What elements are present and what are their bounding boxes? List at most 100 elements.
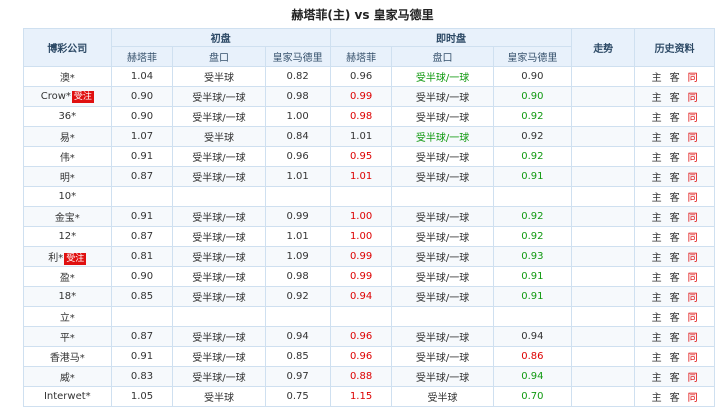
company-cell[interactable]: 利* 受注 <box>23 246 112 267</box>
company-cell[interactable]: 金宝* <box>23 206 112 227</box>
live-away-odds: 0.92 <box>492 146 573 167</box>
init-handicap: 受半球/一球 <box>172 86 266 107</box>
history-away-link[interactable]: 客 <box>666 69 684 84</box>
company-cell[interactable]: 明* <box>23 166 112 187</box>
history-away-link[interactable]: 客 <box>666 309 684 324</box>
history-same-link[interactable]: 同 <box>684 389 702 404</box>
history-same-link[interactable]: 同 <box>684 369 702 384</box>
init-away-odds: 0.85 <box>264 346 331 367</box>
trend-cell <box>571 66 636 87</box>
history-away-link[interactable]: 客 <box>666 169 684 184</box>
history-away-link[interactable]: 客 <box>666 89 684 104</box>
live-home-odds: 0.96 <box>329 346 393 367</box>
company-name[interactable]: 香港马* <box>50 353 85 364</box>
company-name[interactable]: 伟* <box>60 153 75 164</box>
company-cell[interactable]: 10* <box>23 186 112 207</box>
company-name[interactable]: 立* <box>60 313 75 324</box>
history-home-link[interactable]: 主 <box>648 309 666 324</box>
history-away-link[interactable]: 客 <box>666 249 684 264</box>
history-home-link[interactable]: 主 <box>648 269 666 284</box>
company-cell[interactable]: Crow* 受注 <box>23 86 112 107</box>
live-handicap: 受半球/一球 <box>391 206 494 227</box>
history-same-link[interactable]: 同 <box>684 169 702 184</box>
company-cell[interactable]: 36* <box>23 106 112 127</box>
history-same-link[interactable]: 同 <box>684 249 702 264</box>
history-same-link[interactable]: 同 <box>684 329 702 344</box>
history-home-link[interactable]: 主 <box>648 209 666 224</box>
company-name[interactable]: 金宝* <box>55 213 80 224</box>
history-same-link[interactable]: 同 <box>684 289 702 304</box>
history-away-link[interactable]: 客 <box>666 189 684 204</box>
history-away-link[interactable]: 客 <box>666 109 684 124</box>
history-home-link[interactable]: 主 <box>648 329 666 344</box>
history-away-link[interactable]: 客 <box>666 289 684 304</box>
company-cell[interactable]: 平* <box>23 326 112 347</box>
history-home-link[interactable]: 主 <box>648 89 666 104</box>
company-cell[interactable]: 香港马* <box>23 346 112 367</box>
history-home-link[interactable]: 主 <box>648 69 666 84</box>
company-cell[interactable]: 威* <box>23 366 112 387</box>
trend-cell <box>571 366 636 387</box>
company-name[interactable]: 威* <box>60 373 75 384</box>
company-name[interactable]: Interwet* <box>44 391 91 402</box>
history-home-link[interactable]: 主 <box>648 169 666 184</box>
trend-cell <box>571 126 636 147</box>
history-home-link[interactable]: 主 <box>648 289 666 304</box>
history-away-link[interactable]: 客 <box>666 149 684 164</box>
live-handicap: 受半球/一球 <box>391 246 494 267</box>
history-away-link[interactable]: 客 <box>666 229 684 244</box>
company-name[interactable]: 明* <box>60 173 75 184</box>
history-away-link[interactable]: 客 <box>666 209 684 224</box>
history-away-link[interactable]: 客 <box>666 389 684 404</box>
history-home-link[interactable]: 主 <box>648 369 666 384</box>
company-name[interactable]: 10* <box>58 191 76 202</box>
trend-cell <box>571 206 636 227</box>
history-home-link[interactable]: 主 <box>648 229 666 244</box>
history-away-link[interactable]: 客 <box>666 369 684 384</box>
company-name[interactable]: 易* <box>60 133 75 144</box>
history-same-link[interactable]: 同 <box>684 209 702 224</box>
company-cell[interactable]: 立* <box>23 306 112 327</box>
company-name[interactable]: Crow* <box>41 91 71 102</box>
history-same-link[interactable]: 同 <box>684 189 702 204</box>
company-cell[interactable]: 18* <box>23 286 112 307</box>
company-cell[interactable]: Interwet* <box>23 386 112 407</box>
history-same-link[interactable]: 同 <box>684 129 702 144</box>
history-same-link[interactable]: 同 <box>684 269 702 284</box>
init-home-odds: 0.87 <box>110 326 174 347</box>
history-cell: 主客同 <box>634 106 715 127</box>
company-name[interactable]: 12* <box>58 231 76 242</box>
history-home-link[interactable]: 主 <box>648 249 666 264</box>
history-same-link[interactable]: 同 <box>684 109 702 124</box>
company-name[interactable]: 盈* <box>60 273 75 284</box>
company-cell[interactable]: 易* <box>23 126 112 147</box>
company-name[interactable]: 利* <box>48 253 63 264</box>
history-home-link[interactable]: 主 <box>648 189 666 204</box>
history-same-link[interactable]: 同 <box>684 229 702 244</box>
company-name[interactable]: 平* <box>60 333 75 344</box>
header-init-handicap: 盘口 <box>172 46 266 67</box>
company-cell[interactable]: 澳* <box>23 66 112 87</box>
history-away-link[interactable]: 客 <box>666 269 684 284</box>
history-home-link[interactable]: 主 <box>648 109 666 124</box>
history-away-link[interactable]: 客 <box>666 129 684 144</box>
history-same-link[interactable]: 同 <box>684 89 702 104</box>
history-same-link[interactable]: 同 <box>684 69 702 84</box>
history-home-link[interactable]: 主 <box>648 129 666 144</box>
company-cell[interactable]: 12* <box>23 226 112 247</box>
init-home-odds <box>110 306 174 327</box>
company-name[interactable]: 18* <box>58 291 76 302</box>
history-same-link[interactable]: 同 <box>684 149 702 164</box>
init-away-odds: 0.98 <box>264 86 331 107</box>
history-home-link[interactable]: 主 <box>648 389 666 404</box>
history-same-link[interactable]: 同 <box>684 309 702 324</box>
history-away-link[interactable]: 客 <box>666 329 684 344</box>
company-name[interactable]: 澳* <box>60 73 75 84</box>
company-cell[interactable]: 伟* <box>23 146 112 167</box>
history-away-link[interactable]: 客 <box>666 349 684 364</box>
company-cell[interactable]: 盈* <box>23 266 112 287</box>
company-name[interactable]: 36* <box>58 111 76 122</box>
history-home-link[interactable]: 主 <box>648 349 666 364</box>
history-home-link[interactable]: 主 <box>648 149 666 164</box>
history-same-link[interactable]: 同 <box>684 349 702 364</box>
